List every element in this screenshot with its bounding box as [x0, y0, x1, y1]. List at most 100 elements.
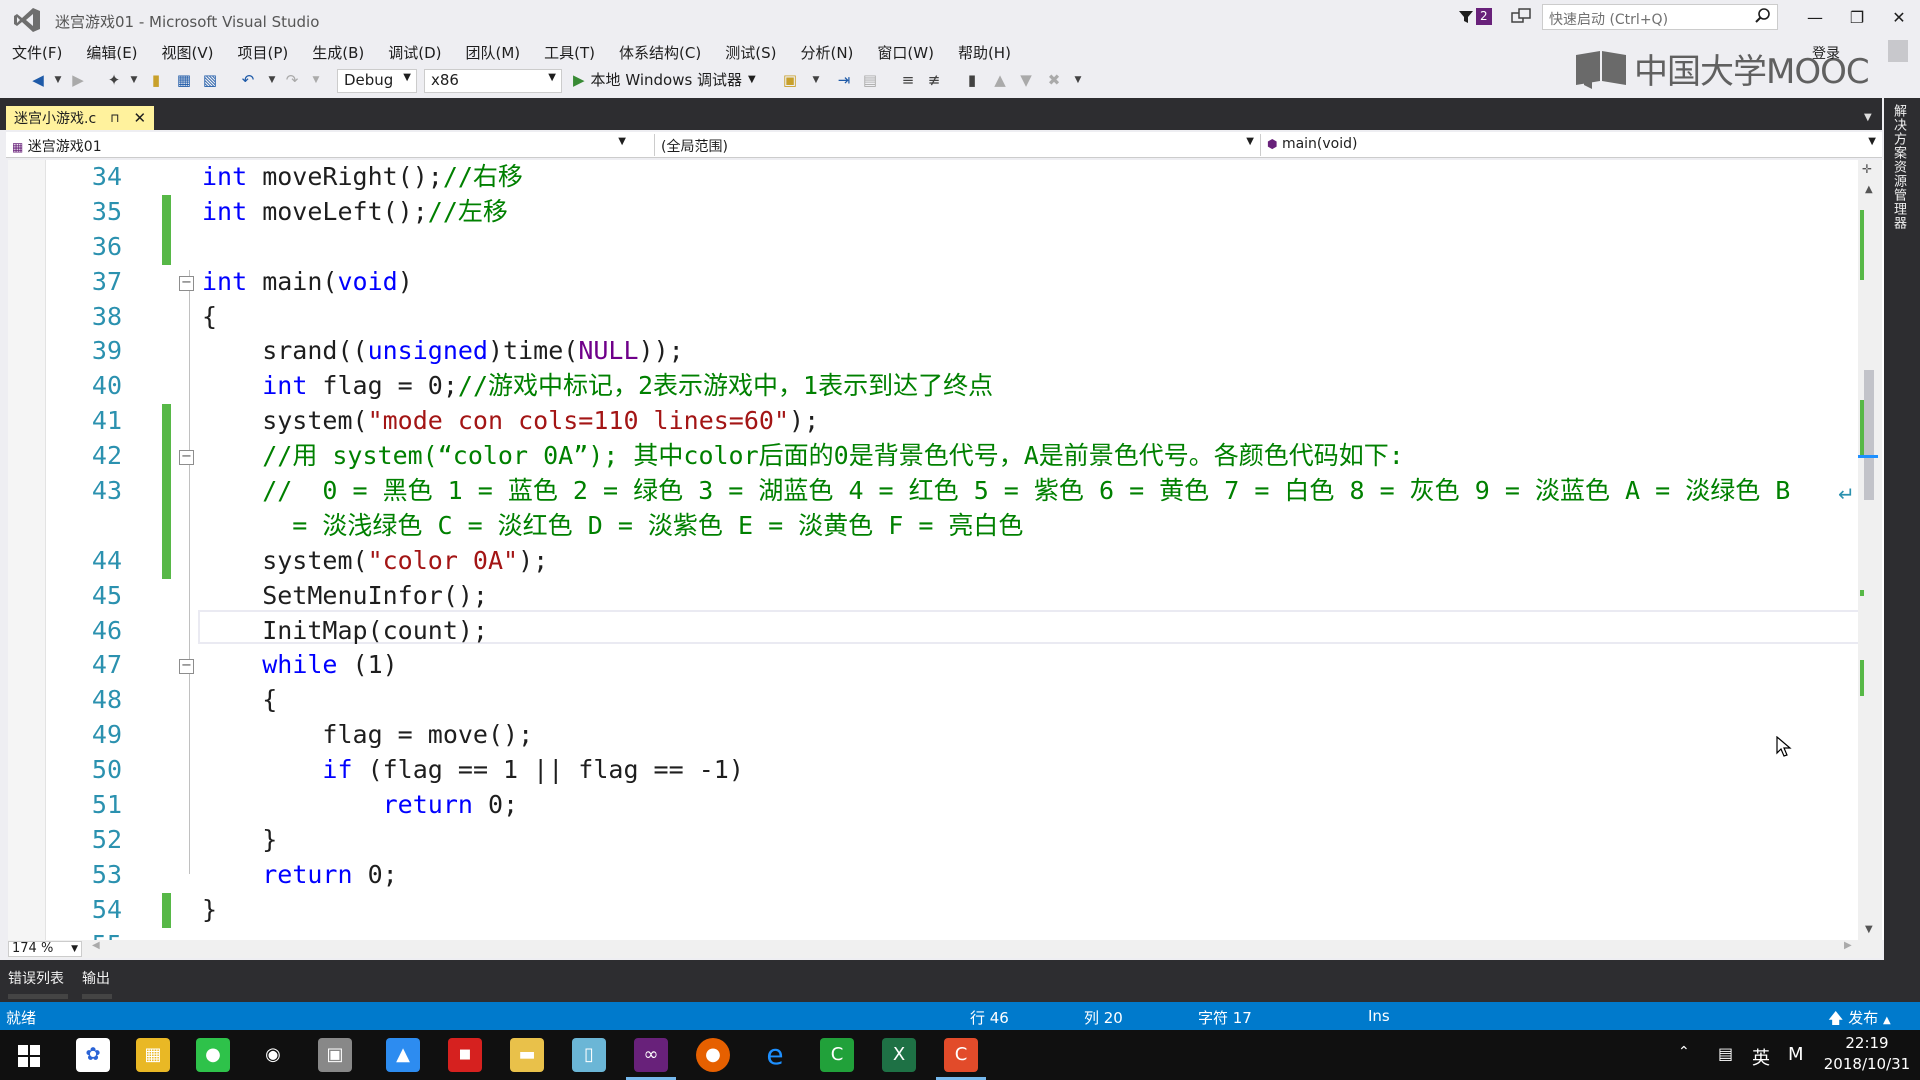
code-line[interactable]: 48 {: [8, 683, 1858, 718]
code-line[interactable]: 47 − while (1): [8, 648, 1858, 683]
split-view-icon[interactable]: ✛: [1862, 162, 1872, 176]
code-line[interactable]: 44 system("color 0A");: [8, 543, 1858, 579]
save-icon[interactable]: ▦: [174, 70, 194, 90]
windows-start-icon[interactable]: [18, 1045, 40, 1067]
menu-architecture[interactable]: 体系结构(C): [607, 40, 713, 64]
code-line[interactable]: 43 // 0 = 黑色 1 = 蓝色 2 = 绿色 3 = 湖蓝色 4 = 红…: [8, 474, 1858, 509]
undo-icon[interactable]: ↶: [238, 70, 258, 90]
platform-select[interactable]: x86 ▼: [424, 69, 562, 93]
collapse-icon[interactable]: −: [179, 275, 194, 291]
close-tab-icon[interactable]: ✕: [134, 109, 147, 127]
code-line[interactable]: 55: [8, 928, 1858, 940]
code-line[interactable]: 51 return 0;: [8, 788, 1858, 823]
next-bookmark-icon[interactable]: ▼: [1016, 70, 1036, 90]
tab-error-list[interactable]: 错误列表: [8, 968, 64, 988]
menu-window[interactable]: 窗口(W): [865, 40, 946, 64]
menu-file[interactable]: 文件(F): [0, 40, 74, 64]
code-line[interactable]: 35 int moveLeft();//左移: [8, 194, 1858, 230]
code-line[interactable]: 42 − //用 system(“color 0A”); 其中color后面的0是…: [8, 439, 1858, 475]
close-window-button[interactable]: ✕: [1884, 8, 1914, 27]
code-editor[interactable]: 34 int moveRight();//右移 35 int moveLeft();/…: [8, 160, 1884, 940]
youdao-icon[interactable]: ■: [448, 1038, 482, 1072]
menu-project[interactable]: 项目(P): [226, 40, 301, 64]
menu-debug[interactable]: 调试(D): [376, 40, 453, 64]
pin-icon[interactable]: ⊓: [110, 111, 119, 125]
redo-icon[interactable]: ↷: [282, 70, 302, 90]
file-manager-icon[interactable]: ▦: [136, 1038, 170, 1072]
code-line[interactable]: 36: [8, 229, 1858, 265]
code-line[interactable]: 45 SetMenuInfor();: [8, 579, 1858, 614]
code-line[interactable]: 46 InitMap(count);: [8, 614, 1858, 649]
sign-in-link[interactable]: 登录: [1812, 43, 1840, 63]
project-dropdown[interactable]: ▦ 迷宫游戏01 ▼: [6, 134, 632, 156]
code-line[interactable]: 49 flag = move();: [8, 718, 1858, 753]
camtasia-recorder-icon[interactable]: C: [944, 1038, 978, 1072]
back-dropdown-icon[interactable]: ▼: [48, 70, 68, 90]
code-line[interactable]: 41 system("mode con cols=110 lines=60");: [8, 404, 1858, 440]
feedback-icon[interactable]: [1511, 8, 1531, 26]
new-dropdown-icon[interactable]: ▼: [124, 70, 144, 90]
wechat-icon[interactable]: ●: [196, 1038, 230, 1072]
excel-icon[interactable]: X: [882, 1038, 916, 1072]
step-icon[interactable]: ⇥: [834, 70, 854, 90]
menu-test[interactable]: 测试(S): [713, 40, 788, 64]
menu-tools[interactable]: 工具(T): [532, 40, 607, 64]
undo-dropdown-icon[interactable]: ▼: [262, 70, 282, 90]
clear-bookmarks-icon[interactable]: ✖: [1044, 70, 1064, 90]
camtasia-icon[interactable]: C: [820, 1038, 854, 1072]
menu-build[interactable]: 生成(B): [300, 40, 376, 64]
taskbar-clock[interactable]: 22:19 2018/10/31: [1822, 1033, 1912, 1075]
minimize-button[interactable]: —: [1800, 8, 1830, 27]
comment-out-icon[interactable]: ≡: [898, 70, 918, 90]
tab-list-dropdown-icon[interactable]: ▼: [1864, 112, 1872, 123]
file-explorer-icon[interactable]: ▬: [510, 1038, 544, 1072]
action-center-icon[interactable]: ▤: [1718, 1044, 1733, 1063]
code-line[interactable]: 38 {: [8, 300, 1858, 335]
menu-edit[interactable]: 编辑(E): [74, 40, 149, 64]
menu-analyze[interactable]: 分析(N): [788, 40, 865, 64]
navigate-icon[interactable]: ▤: [860, 70, 880, 90]
qq-icon[interactable]: ◉: [256, 1038, 290, 1072]
code-line[interactable]: 53 return 0;: [8, 858, 1858, 893]
horizontal-scrollbar[interactable]: 174 % ▼ ◀ ▶: [8, 940, 1882, 958]
feishu-icon[interactable]: ▲: [386, 1038, 420, 1072]
redo-dropdown-icon[interactable]: ▼: [306, 70, 326, 90]
tab-document[interactable]: 迷宫小游戏.c ⊓ ✕: [6, 106, 155, 130]
quick-launch-input[interactable]: 快速启动 (Ctrl+Q): [1542, 4, 1778, 30]
toolbar-dropdown-icon[interactable]: ▼: [806, 70, 826, 90]
scroll-up-icon[interactable]: ▲: [1865, 184, 1873, 195]
solution-explorer-tab[interactable]: 解决方案资源管理器: [1890, 104, 1908, 230]
registry-editor-icon[interactable]: ▣: [318, 1038, 352, 1072]
solution-config-select[interactable]: Debug ▼: [337, 69, 417, 93]
firefox-icon[interactable]: ●: [696, 1038, 730, 1072]
uncomment-icon[interactable]: ≢: [924, 70, 944, 90]
collapse-icon[interactable]: −: [179, 659, 194, 675]
account-icon[interactable]: [1888, 40, 1908, 62]
prev-bookmark-icon[interactable]: ▲: [990, 70, 1010, 90]
ime-language[interactable]: 英: [1752, 1044, 1770, 1070]
scroll-left-icon[interactable]: ◀: [92, 940, 100, 951]
breakpoint-icon[interactable]: ▣: [780, 70, 800, 90]
edge-icon[interactable]: e: [758, 1038, 792, 1072]
collapse-icon[interactable]: −: [179, 450, 194, 466]
save-all-icon[interactable]: ▧: [200, 70, 220, 90]
menu-help[interactable]: 帮助(H): [946, 40, 1023, 64]
baidu-netdisk-icon[interactable]: ✿: [76, 1038, 110, 1072]
tray-expand-icon[interactable]: ⌃: [1678, 1044, 1690, 1060]
start-debugging-button[interactable]: ▶ 本地 Windows 调试器 ▼: [573, 69, 756, 90]
restore-button[interactable]: ❐: [1842, 8, 1872, 27]
forward-icon[interactable]: ▶: [68, 70, 88, 90]
scroll-right-icon[interactable]: ▶: [1844, 940, 1852, 951]
menu-view[interactable]: 视图(V): [150, 40, 226, 64]
code-line[interactable]: 34 int moveRight();//右移: [8, 160, 1858, 195]
zoom-select[interactable]: 174 % ▼: [8, 941, 82, 957]
code-line[interactable]: 40 int flag = 0;//游戏中标记，2表示游戏中，1表示到达了终点: [8, 369, 1858, 404]
back-icon[interactable]: ◀: [28, 70, 48, 90]
code-line[interactable]: 39 srand((unsigned)time(NULL));: [8, 334, 1858, 369]
vertical-scrollbar[interactable]: ✛ ▲ ▼: [1858, 160, 1882, 940]
ime-mode[interactable]: M: [1788, 1044, 1804, 1065]
code-line[interactable]: 50 if (flag == 1 || flag == -1): [8, 753, 1858, 788]
menu-team[interactable]: 团队(M): [454, 40, 533, 64]
bookmark-icon[interactable]: ▮: [962, 70, 982, 90]
code-line[interactable]: = 淡浅绿色 C = 淡红色 D = 淡紫色 E = 淡黄色 F = 亮白色: [8, 508, 1858, 544]
